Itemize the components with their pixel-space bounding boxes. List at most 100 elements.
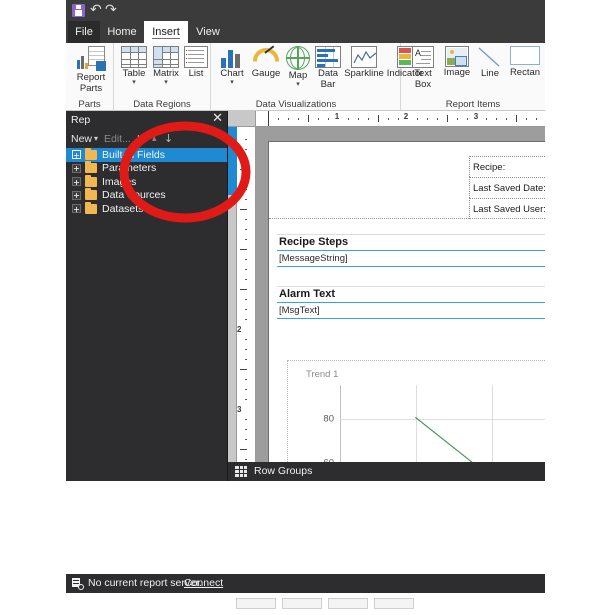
edit-button[interactable]: Edit... [104, 132, 131, 146]
ribbon-group-data-regions-label: Data Regions [133, 99, 191, 110]
ribbon-group-data-visualizations-label: Data Visualizations [255, 99, 337, 110]
tree-item-built-in-fields[interactable]: Built-in Fields [66, 147, 228, 162]
ribbon-button-list[interactable]: List [184, 46, 208, 79]
section-title[interactable]: Recipe Steps [277, 235, 545, 251]
table-row[interactable]: Last Saved Date: [469, 177, 545, 198]
undo-arrow-icon[interactable]: ↶ [90, 3, 102, 17]
bottom-chip[interactable] [328, 598, 368, 609]
redo-arrow-icon[interactable]: ↷ [105, 3, 117, 17]
section-value[interactable]: [MsgText] [277, 303, 545, 319]
ribbon-button-map[interactable]: Map ▾ [284, 46, 312, 88]
report-data-panel: Rep ✕ New ▾ Edit... ✕ ▴ ↓ Built-in Field… [66, 111, 228, 481]
ribbon-button-line[interactable]: Line [477, 46, 503, 79]
ribbon-group-report-items-label: Report Items [445, 99, 501, 110]
expand-icon[interactable] [72, 177, 81, 187]
ruler-corner [228, 111, 256, 127]
vertical-ruler-selection [228, 127, 237, 195]
tab-home-label: Home [107, 26, 137, 38]
tree-item-data-sources[interactable]: Data Sources [66, 188, 228, 203]
chevron-down-icon[interactable]: ▾ [94, 132, 98, 146]
ribbon-group-data-regions: Table ▾ Matrix ▾ List Data Regions [114, 43, 211, 111]
ribbon-button-text-box[interactable]: A Text Box [409, 46, 437, 90]
move-down-icon[interactable]: ↓ [164, 132, 173, 146]
sparkline-icon [351, 46, 377, 68]
expand-icon[interactable] [72, 204, 81, 214]
tab-file[interactable]: File [68, 21, 100, 43]
section-recipe-steps[interactable]: Recipe Steps [MessageString] [277, 234, 545, 267]
ribbon-button-list-label: List [188, 68, 204, 79]
ribbon-button-image-label: Image [443, 67, 471, 78]
expand-icon[interactable] [72, 163, 81, 173]
delete-icon[interactable]: ✕ [136, 132, 146, 146]
bottom-chip[interactable] [282, 598, 322, 609]
list-icon [184, 46, 208, 68]
table-row[interactable]: Recipe: [469, 156, 545, 177]
data-bar-icon [315, 46, 341, 68]
ruler-number: 2 [237, 325, 242, 334]
chevron-down-icon[interactable]: ▾ [119, 79, 149, 86]
section-alarm-text[interactable]: Alarm Text [MsgText] [277, 286, 545, 319]
ruler-number: 3 [237, 405, 242, 414]
save-icon[interactable] [72, 4, 85, 17]
trend-chart[interactable]: Trend 1 80 60 [287, 360, 545, 478]
move-up-icon[interactable]: ▴ [152, 132, 157, 146]
chevron-down-icon[interactable]: ▾ [284, 81, 312, 88]
ribbon-button-report-parts[interactable]: Report Parts [75, 46, 107, 94]
section-value[interactable]: [MessageString] [277, 251, 545, 267]
report-page[interactable]: Recipe: Last Saved Date: Last Saved User… [268, 141, 545, 481]
tree-item-images[interactable]: Images [66, 174, 228, 189]
ribbon-button-chart[interactable]: Chart ▾ [216, 46, 248, 86]
expand-icon[interactable] [72, 190, 81, 200]
report-builder-window: ↶ ↷ File Home Insert View Report Parts P… [66, 0, 545, 615]
table-row[interactable]: Last Saved User: [469, 198, 545, 219]
chevron-down-icon[interactable]: ▾ [216, 79, 248, 86]
tree-item-label: Data Sources [102, 189, 166, 202]
ribbon-button-matrix[interactable]: Matrix ▾ [150, 46, 182, 86]
ribbon-button-data-bar[interactable]: Data Bar [313, 46, 343, 90]
close-icon[interactable]: ✕ [212, 112, 223, 126]
report-design-surface[interactable]: 1 2 3 2 3 Recipe: Last Saved Date: Last … [228, 111, 545, 481]
row-groups-bar[interactable]: Row Groups [228, 462, 545, 481]
new-button[interactable]: New [71, 132, 92, 146]
tree-item-label: Datasets [102, 202, 144, 215]
folder-icon [85, 188, 97, 201]
report-server-icon [72, 578, 84, 590]
folder-icon [85, 147, 97, 160]
ribbon-button-sparkline[interactable]: Sparkline [344, 46, 384, 79]
tab-insert-label: Insert [152, 26, 180, 39]
ribbon-group-parts: Report Parts Parts [66, 43, 114, 111]
row-groups-label: Row Groups [254, 465, 313, 477]
ruler-number: 3 [473, 112, 479, 121]
tree-item-label: Built-in Fields [102, 148, 166, 161]
ribbon-button-rectangle[interactable]: Rectan [505, 46, 545, 78]
bottom-chip[interactable] [374, 598, 414, 609]
ribbon-button-report-parts-label-2: Parts [79, 83, 103, 94]
ribbon-button-table[interactable]: Table ▾ [119, 46, 149, 86]
ribbon-group-report-items: A Text Box Image Line Rectan Report Item… [401, 43, 545, 111]
tree-item-label: Images [102, 175, 137, 188]
tree-item-datasets[interactable]: Datasets [66, 201, 228, 216]
text-box-icon: A [412, 46, 434, 68]
tab-file-label: File [75, 26, 93, 38]
map-icon [286, 46, 310, 70]
folder-icon [85, 201, 97, 214]
report-header-table[interactable]: Recipe: Last Saved Date: Last Saved User… [469, 156, 545, 219]
header-divider [269, 218, 545, 219]
matrix-icon [153, 46, 179, 68]
tab-home[interactable]: Home [100, 21, 144, 43]
chevron-down-icon[interactable]: ▾ [150, 79, 182, 86]
bottom-chip[interactable] [236, 598, 276, 609]
report-data-toolbar: New ▾ Edit... ✕ ▴ ↓ [66, 130, 228, 148]
table-icon [121, 46, 147, 68]
connect-link[interactable]: Connect [184, 577, 223, 589]
section-title[interactable]: Alarm Text [277, 287, 545, 303]
ribbon-button-gauge[interactable]: Gauge [249, 45, 283, 79]
tab-insert[interactable]: Insert [144, 21, 188, 43]
ribbon-button-text-box-label-2: Box [414, 79, 432, 90]
ribbon-button-image[interactable]: Image [441, 46, 473, 78]
tree-item-parameters[interactable]: Parameters [66, 161, 228, 176]
rectangle-icon [510, 46, 540, 65]
expand-icon[interactable] [72, 150, 81, 160]
vertical-ruler: 2 3 [228, 127, 256, 481]
tab-view[interactable]: View [188, 21, 228, 43]
